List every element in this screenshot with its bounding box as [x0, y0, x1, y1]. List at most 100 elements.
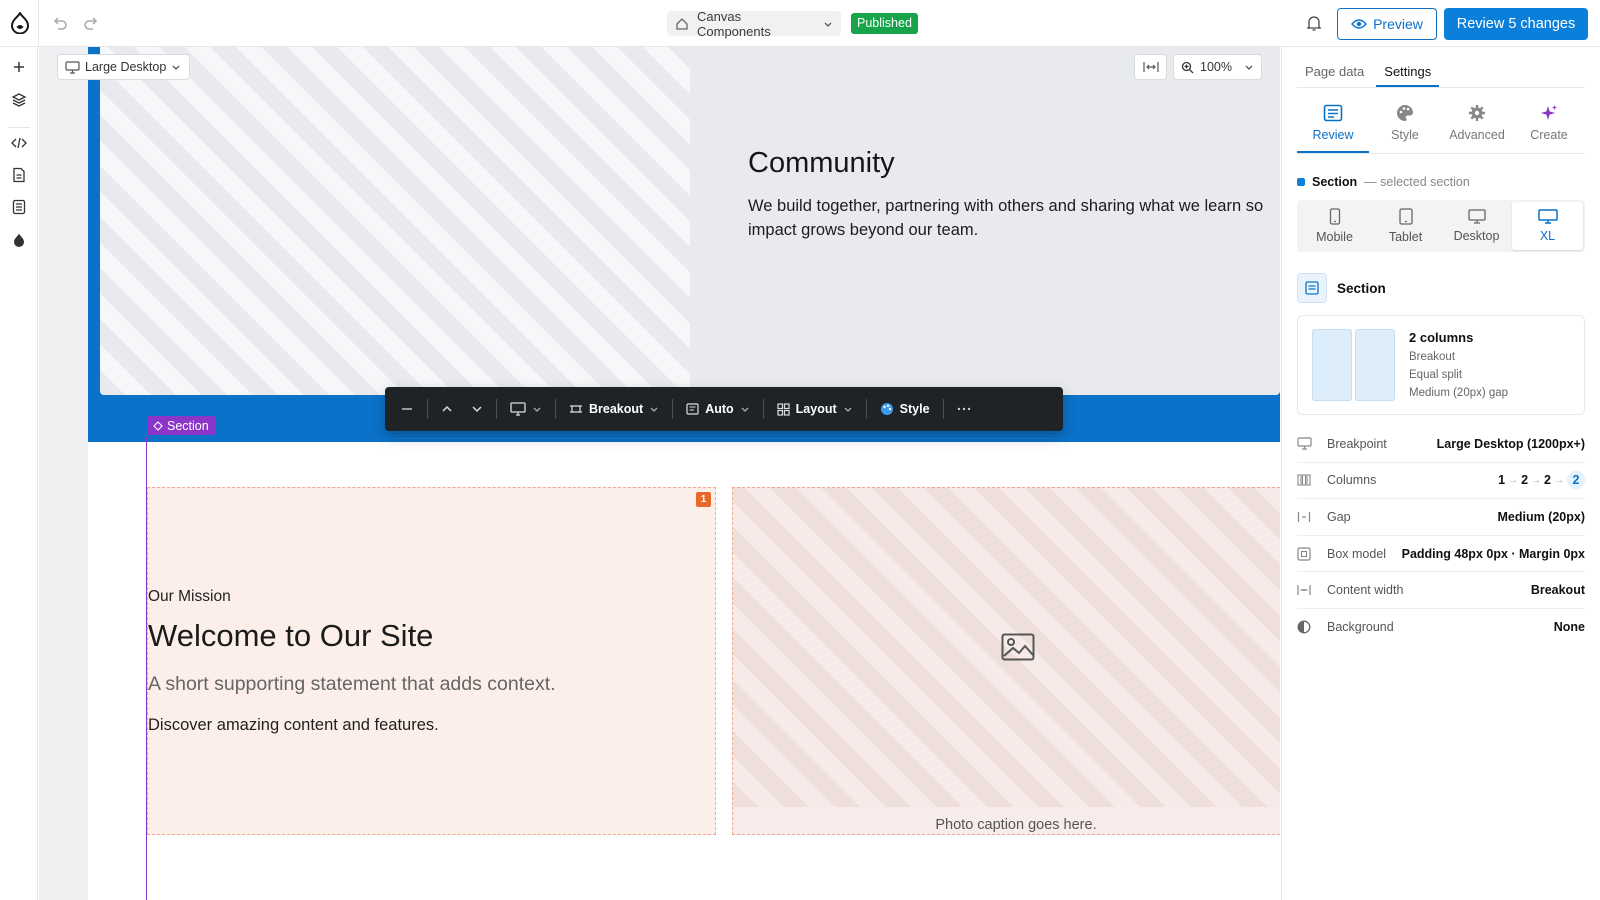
- mode-create-label: Create: [1530, 128, 1568, 142]
- section-tag-label: Section: [167, 418, 209, 433]
- move-up-button[interactable]: [432, 393, 462, 425]
- divider: [942, 399, 944, 419]
- chevron-down-icon: [649, 404, 659, 414]
- width-icon: [1297, 584, 1327, 596]
- prop-label: Columns: [1327, 473, 1377, 488]
- eyebrow-text: Our Mission: [148, 588, 231, 605]
- layout-dropdown[interactable]: Layout: [768, 393, 862, 425]
- device-xl-label: XL: [1539, 229, 1556, 243]
- layout-title: 2 columns: [1409, 330, 1474, 345]
- page-selector[interactable]: Canvas Components: [667, 8, 841, 39]
- more-options-button[interactable]: [948, 393, 980, 425]
- prop-breakpoint[interactable]: Breakpoint Large Desktop (1200px+): [1297, 426, 1585, 463]
- code-icon[interactable]: [11, 135, 27, 151]
- column-1[interactable]: 1 Our Mission Welcome to Our Site A shor…: [147, 487, 716, 835]
- monitor-icon: [1297, 437, 1327, 450]
- community-heading: Community: [748, 147, 895, 179]
- prop-gap[interactable]: Gap Medium (20px): [1297, 499, 1585, 536]
- box-model-icon: [1297, 546, 1327, 561]
- mode-review[interactable]: Review: [1297, 102, 1369, 153]
- prop-value: Large Desktop (1200px+): [1436, 436, 1585, 451]
- layout-label: Layout: [795, 402, 837, 416]
- auto-dropdown[interactable]: Auto: [677, 393, 758, 425]
- palette-icon: [880, 402, 894, 416]
- section-outline: [88, 438, 1280, 439]
- columns-icon: [1297, 474, 1327, 486]
- divider: [496, 399, 497, 419]
- column-2[interactable]: 2 Photo caption goes here.: [732, 487, 1280, 835]
- auto-label: Auto: [705, 402, 734, 416]
- prop-value: Padding 48px 0px · Margin 0px: [1401, 546, 1585, 561]
- breakout-dropdown[interactable]: Breakout: [560, 393, 668, 425]
- drupal-logo-icon[interactable]: [9, 12, 31, 34]
- hero-body: Discover amazing content and features.: [148, 716, 439, 734]
- collapse-button[interactable]: [391, 393, 423, 425]
- section-tag[interactable]: Section: [147, 416, 215, 435]
- layout-detail: Equal split: [1409, 369, 1463, 381]
- selection-name: Section: [1312, 175, 1358, 189]
- column-badge: 1: [696, 492, 711, 507]
- editor-canvas[interactable]: Community We build together, partnering …: [39, 47, 1280, 900]
- redo-icon[interactable]: [83, 15, 99, 31]
- left-rail: [0, 47, 38, 900]
- prop-content-width[interactable]: Content width Breakout: [1297, 572, 1585, 609]
- bell-icon[interactable]: [1306, 14, 1322, 32]
- column-layout-card[interactable]: 2 columns Breakout Equal split Medium (2…: [1297, 315, 1585, 415]
- arrow-right-icon: →: [1508, 474, 1519, 486]
- community-section[interactable]: Community We build together, partnering …: [100, 47, 1280, 395]
- style-button[interactable]: Style: [871, 393, 939, 425]
- xl-monitor-icon: [1537, 209, 1558, 224]
- tab-page-data[interactable]: Page data: [1297, 56, 1372, 87]
- community-text: We build together, partnering with other…: [748, 197, 1264, 239]
- section-icon: [1297, 273, 1327, 303]
- chevron-down-icon: [740, 404, 750, 414]
- layers-icon[interactable]: [11, 92, 27, 108]
- page-name: Canvas Components: [697, 8, 771, 39]
- library-icon[interactable]: [11, 199, 27, 215]
- mode-create[interactable]: Create: [1513, 102, 1585, 153]
- document-icon[interactable]: [11, 167, 27, 183]
- drupal-drop-icon[interactable]: [11, 232, 27, 248]
- prop-background[interactable]: Background None: [1297, 609, 1585, 646]
- add-icon[interactable]: [11, 59, 27, 75]
- prop-label: Background: [1327, 620, 1394, 635]
- contrast-icon: [1297, 620, 1327, 634]
- image-placeholder: [100, 47, 690, 395]
- device-mobile[interactable]: Mobile: [1299, 202, 1370, 250]
- divider: [865, 399, 867, 419]
- device-dropdown[interactable]: [501, 393, 551, 425]
- prop-box-model[interactable]: Box model Padding 48px 0px · Margin 0px: [1297, 536, 1585, 573]
- photo-caption: Photo caption goes here.: [935, 817, 1097, 833]
- device-desktop[interactable]: Desktop: [1441, 202, 1512, 250]
- preview-button[interactable]: Preview: [1337, 8, 1437, 40]
- chevron-down-icon: [471, 403, 483, 415]
- desktop-icon: [1467, 209, 1486, 224]
- chevron-down-icon: [171, 62, 181, 72]
- column-count-current: 2: [1567, 471, 1585, 490]
- undo-icon[interactable]: [52, 15, 68, 31]
- device-tablet[interactable]: Tablet: [1370, 202, 1441, 250]
- fit-width-button[interactable]: [1134, 54, 1167, 80]
- breakpoint-select[interactable]: Large Desktop: [57, 54, 190, 80]
- status-badge: Published: [851, 13, 918, 34]
- monitor-icon: [65, 60, 80, 74]
- breakout-icon: [569, 403, 583, 415]
- column-count: 2: [1521, 473, 1529, 488]
- section-title: Section: [1337, 280, 1386, 296]
- image-icon: [1001, 633, 1035, 661]
- mode-style-label: Style: [1391, 128, 1419, 142]
- move-down-button[interactable]: [462, 393, 492, 425]
- breakout-label: Breakout: [589, 402, 644, 416]
- tab-settings[interactable]: Settings: [1376, 56, 1440, 87]
- selection-indicator: Section — selected section: [1297, 175, 1470, 189]
- zoom-select[interactable]: 100%: [1173, 54, 1262, 80]
- auto-icon: [686, 403, 699, 415]
- prop-columns[interactable]: Columns 1 → 2 → 2 → 2: [1297, 463, 1585, 500]
- gear-icon: [1468, 104, 1486, 122]
- fit-width-icon: [1142, 61, 1159, 73]
- device-xl[interactable]: XL: [1512, 202, 1583, 250]
- mode-style[interactable]: Style: [1369, 102, 1441, 153]
- properties-list: Breakpoint Large Desktop (1200px+) Colum…: [1297, 426, 1585, 646]
- review-changes-button[interactable]: Review 5 changes: [1444, 8, 1588, 40]
- mode-advanced[interactable]: Advanced: [1441, 102, 1513, 153]
